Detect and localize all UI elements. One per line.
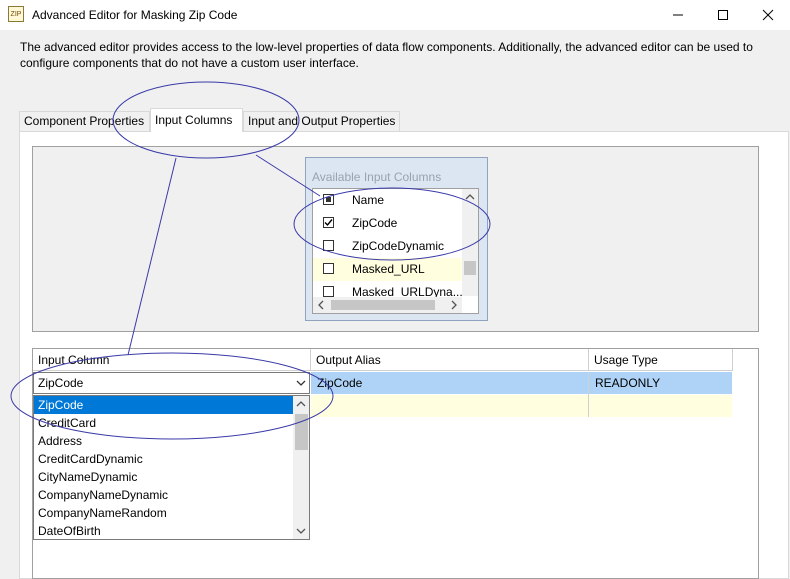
dropdown-toggle[interactable]: [293, 373, 309, 393]
column-checkbox[interactable]: [323, 286, 334, 297]
tab-component-properties[interactable]: Component Properties: [19, 111, 150, 131]
column-checkbox[interactable]: [323, 240, 334, 251]
editor-description: The advanced editor provides access to t…: [20, 40, 753, 70]
dropdown-option[interactable]: CityNameDynamic: [34, 468, 297, 486]
grid-header-input-column[interactable]: Input Column: [33, 349, 311, 371]
app-icon: ZIP: [8, 6, 24, 22]
available-columns-list: Name ZipCode ZipCodeDynamic Masked_URL M…: [312, 188, 479, 314]
table-row[interactable]: [311, 372, 732, 394]
maximize-icon: [717, 10, 728, 20]
dropdown-option[interactable]: CompanyNameDynamic: [34, 486, 297, 504]
minimize-button[interactable]: [655, 0, 700, 30]
available-columns-vertical-scrollbar[interactable]: [462, 189, 478, 296]
dropdown-option[interactable]: Address: [34, 432, 297, 450]
output-alias-cell[interactable]: ZipCode: [311, 372, 362, 394]
available-columns-horizontal-scrollbar[interactable]: [313, 297, 462, 313]
scroll-arrows-icon: [464, 194, 476, 275]
list-item[interactable]: ZipCodeDynamic: [313, 235, 463, 258]
input-column-value: ZipCode: [38, 376, 84, 390]
column-label: ZipCode: [352, 216, 398, 230]
window-title: Advanced Editor for Masking Zip Code: [32, 8, 238, 22]
column-checkbox-checked[interactable]: [323, 217, 334, 228]
usage-type-cell[interactable]: READONLY: [589, 372, 660, 394]
dropdown-option-selected[interactable]: ZipCode: [34, 396, 297, 414]
list-item[interactable]: Masked_URL: [313, 258, 463, 281]
close-icon: [762, 9, 773, 21]
tab-input-columns[interactable]: Input Columns: [150, 108, 243, 132]
check-icon: [324, 219, 333, 227]
available-columns-header[interactable]: Name: [313, 189, 463, 212]
maximize-button[interactable]: [700, 0, 745, 30]
table-row-new[interactable]: [311, 395, 732, 417]
grid-header-output-alias[interactable]: Output Alias: [311, 349, 589, 371]
name-column-header: Name: [352, 193, 385, 207]
dropdown-option[interactable]: DateOfBirth: [34, 522, 297, 540]
minimize-icon: [672, 14, 683, 16]
available-columns-title: Available Input Columns: [312, 170, 442, 184]
list-item[interactable]: ZipCode: [313, 212, 463, 235]
column-label: Masked_URL: [352, 262, 425, 276]
scroll-arrows-icon: [318, 300, 457, 310]
tab-input-output-properties[interactable]: Input and Output Properties: [243, 111, 400, 131]
select-all-checkbox[interactable]: [323, 194, 334, 205]
column-checkbox[interactable]: [323, 263, 334, 274]
dropdown-option[interactable]: CompanyNameRandom: [34, 504, 297, 522]
close-button[interactable]: [745, 0, 790, 30]
column-label: ZipCodeDynamic: [352, 239, 445, 253]
grid-header-usage-type[interactable]: Usage Type: [589, 349, 733, 371]
dropdown-option[interactable]: CreditCard: [34, 414, 297, 432]
dropdown-scroll-thumb[interactable]: [295, 414, 308, 450]
chevron-down-icon: [296, 380, 306, 386]
dropdown-option[interactable]: CreditCardDynamic: [34, 450, 297, 468]
